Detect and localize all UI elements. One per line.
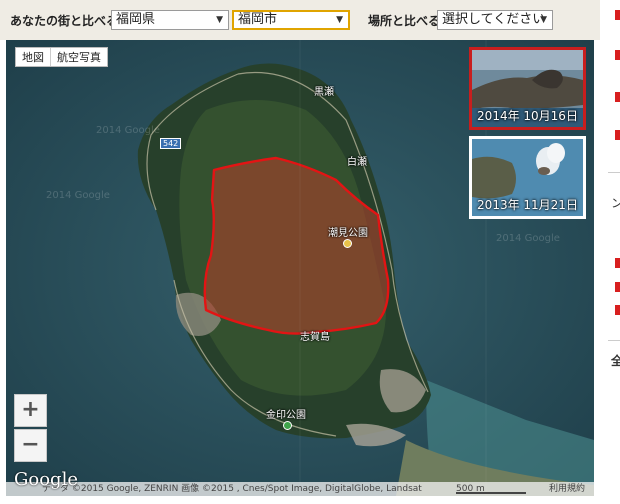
history-thumbnail-2014[interactable]: 2014年 10月16日 [469, 47, 586, 130]
map-type-satellite-button[interactable]: 航空写真 [50, 48, 107, 66]
watermark: 2014 Google [496, 233, 560, 244]
scale-bar: 500 m [456, 482, 526, 494]
place-label-shikashima: 志賀島 [300, 332, 330, 343]
park-marker-icon[interactable] [283, 421, 292, 430]
right-heading: 全 [611, 354, 620, 368]
map-type-control: 地図 航空写真 [15, 47, 108, 67]
compare-place-label: 場所と比べる [368, 14, 441, 28]
satellite-map[interactable]: 地図 航空写真 2014 Google 2014 Google 2014 Goo… [6, 40, 594, 496]
list-bullet [615, 50, 620, 60]
right-column [600, 0, 620, 504]
list-bullet [615, 130, 620, 140]
place-label-shiomi-park: 潮見公園 [328, 228, 368, 239]
zoom-in-button[interactable]: + [14, 394, 47, 427]
attribution-text: データ ©2015 Google, ZENRIN 画像 ©2015 , Cnes… [42, 484, 422, 494]
divider [608, 340, 620, 341]
page: あなたの街と比べる 福岡県 ▼ 福岡市 ▼ 場所と比べる 選択してください ▼ [0, 0, 620, 504]
map-attribution: データ ©2015 Google, ZENRIN 画像 ©2015 , Cnes… [6, 482, 594, 496]
zoom-out-button[interactable]: − [14, 429, 47, 462]
place-value: 選択してください [442, 12, 546, 27]
watermark: 2014 Google [96, 125, 160, 136]
chevron-down-icon: ▼ [336, 15, 343, 25]
watermark: 2014 Google [46, 190, 110, 201]
list-bullet [615, 305, 620, 315]
compare-bar: あなたの街と比べる 福岡県 ▼ 福岡市 ▼ 場所と比べる 選択してください ▼ [0, 0, 600, 40]
road-shield: 542 [160, 138, 182, 149]
list-bullet [615, 282, 620, 292]
thumbnail-caption: 2014年 10月16日 [477, 109, 578, 123]
right-item-text: ン [611, 196, 620, 210]
compare-town-label: あなたの街と比べる [10, 14, 119, 28]
place-select[interactable]: 選択してください ▼ [437, 10, 553, 30]
chevron-down-icon: ▼ [216, 15, 223, 25]
history-thumbnail-2013[interactable]: 2013年 11月21日 [469, 136, 586, 219]
place-label-shirose: 白瀬 [347, 157, 367, 168]
list-bullet [615, 92, 620, 102]
list-bullet [615, 10, 620, 20]
prefecture-select[interactable]: 福岡県 ▼ [111, 10, 229, 30]
divider [608, 172, 620, 173]
scale-label: 500 m [456, 484, 485, 494]
prefecture-value: 福岡県 [116, 12, 156, 27]
city-select[interactable]: 福岡市 ▼ [232, 10, 350, 30]
park-marker-icon[interactable] [343, 239, 352, 248]
zoom-control: + − [14, 394, 47, 462]
google-logo[interactable]: Google [14, 469, 78, 490]
place-label-kinin-park: 金印公園 [266, 410, 306, 421]
thumbnail-caption: 2013年 11月21日 [477, 198, 578, 212]
place-label-kurose: 黒瀬 [314, 87, 334, 98]
city-value: 福岡市 [238, 12, 278, 27]
chevron-down-icon: ▼ [540, 15, 547, 25]
terms-link[interactable]: 利用規約 [549, 482, 585, 496]
map-type-map-button[interactable]: 地図 [16, 48, 50, 66]
list-bullet [615, 258, 620, 268]
